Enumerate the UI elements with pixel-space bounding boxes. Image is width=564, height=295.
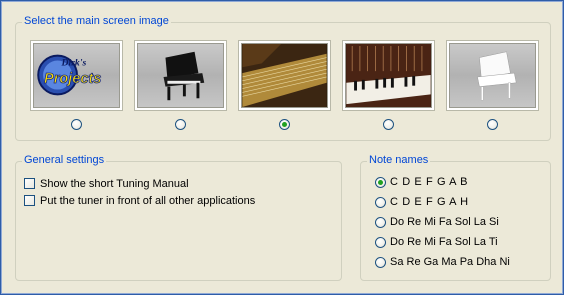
image-option-4[interactable]	[342, 40, 435, 111]
image-option-4-radio[interactable]	[383, 119, 394, 130]
note-names-option-3-label[interactable]: Do Re Mi Fa Sol La Si	[390, 216, 499, 228]
white-grand-piano-icon	[449, 43, 536, 108]
tuner-on-top-checkbox[interactable]	[24, 195, 35, 206]
tuner-on-top-label[interactable]: Put the tuner in front of all other appl…	[40, 195, 255, 207]
show-tuning-manual-checkbox[interactable]	[24, 178, 35, 189]
image-option-5[interactable]	[446, 40, 539, 111]
image-option-5-radio[interactable]	[487, 119, 498, 130]
image-option-3[interactable]	[238, 40, 331, 111]
show-tuning-manual-label[interactable]: Show the short Tuning Manual	[40, 178, 189, 190]
note-names-option-3-radio[interactable]	[375, 217, 386, 228]
note-names-option-2-label[interactable]: C D E F G A H	[390, 196, 469, 208]
note-names-legend: Note names	[367, 154, 431, 166]
note-names-option-1-radio[interactable]	[375, 177, 386, 188]
image-option-1-radio[interactable]	[71, 119, 82, 130]
note-names-option-4-label[interactable]: Do Re Mi Fa Sol La Ti	[390, 236, 498, 248]
note-names-group: Note names C D E F G A B C D E F G A H D…	[360, 154, 551, 281]
main-image-legend: Select the main screen image	[22, 15, 171, 27]
upright-piano-keys-icon	[345, 43, 432, 108]
logo-text-top: Dirk's	[60, 57, 86, 68]
note-names-option-4-radio[interactable]	[375, 237, 386, 248]
note-names-option-5-radio[interactable]	[375, 257, 386, 268]
black-grand-piano-icon	[137, 43, 224, 108]
image-option-1[interactable]: Dirk's Projects	[30, 40, 123, 111]
logo-text-main: Projects	[44, 71, 101, 87]
main-image-group: Select the main screen image Dirk's Proj…	[15, 15, 551, 141]
note-names-option-5-label[interactable]: Sa Re Ga Ma Pa Dha Ni	[390, 256, 510, 268]
note-names-option-1-label[interactable]: C D E F G A B	[390, 176, 468, 188]
dirk-projects-logo-icon: Dirk's Projects	[33, 43, 120, 108]
note-names-option-2-radio[interactable]	[375, 197, 386, 208]
general-settings-group: General settings Show the short Tuning M…	[15, 154, 342, 281]
image-option-3-radio[interactable]	[279, 119, 290, 130]
image-option-2[interactable]	[134, 40, 227, 111]
general-settings-legend: General settings	[22, 154, 107, 166]
image-option-2-radio[interactable]	[175, 119, 186, 130]
settings-panel: Select the main screen image Dirk's Proj…	[0, 0, 564, 295]
piano-strings-interior-icon	[241, 43, 328, 108]
